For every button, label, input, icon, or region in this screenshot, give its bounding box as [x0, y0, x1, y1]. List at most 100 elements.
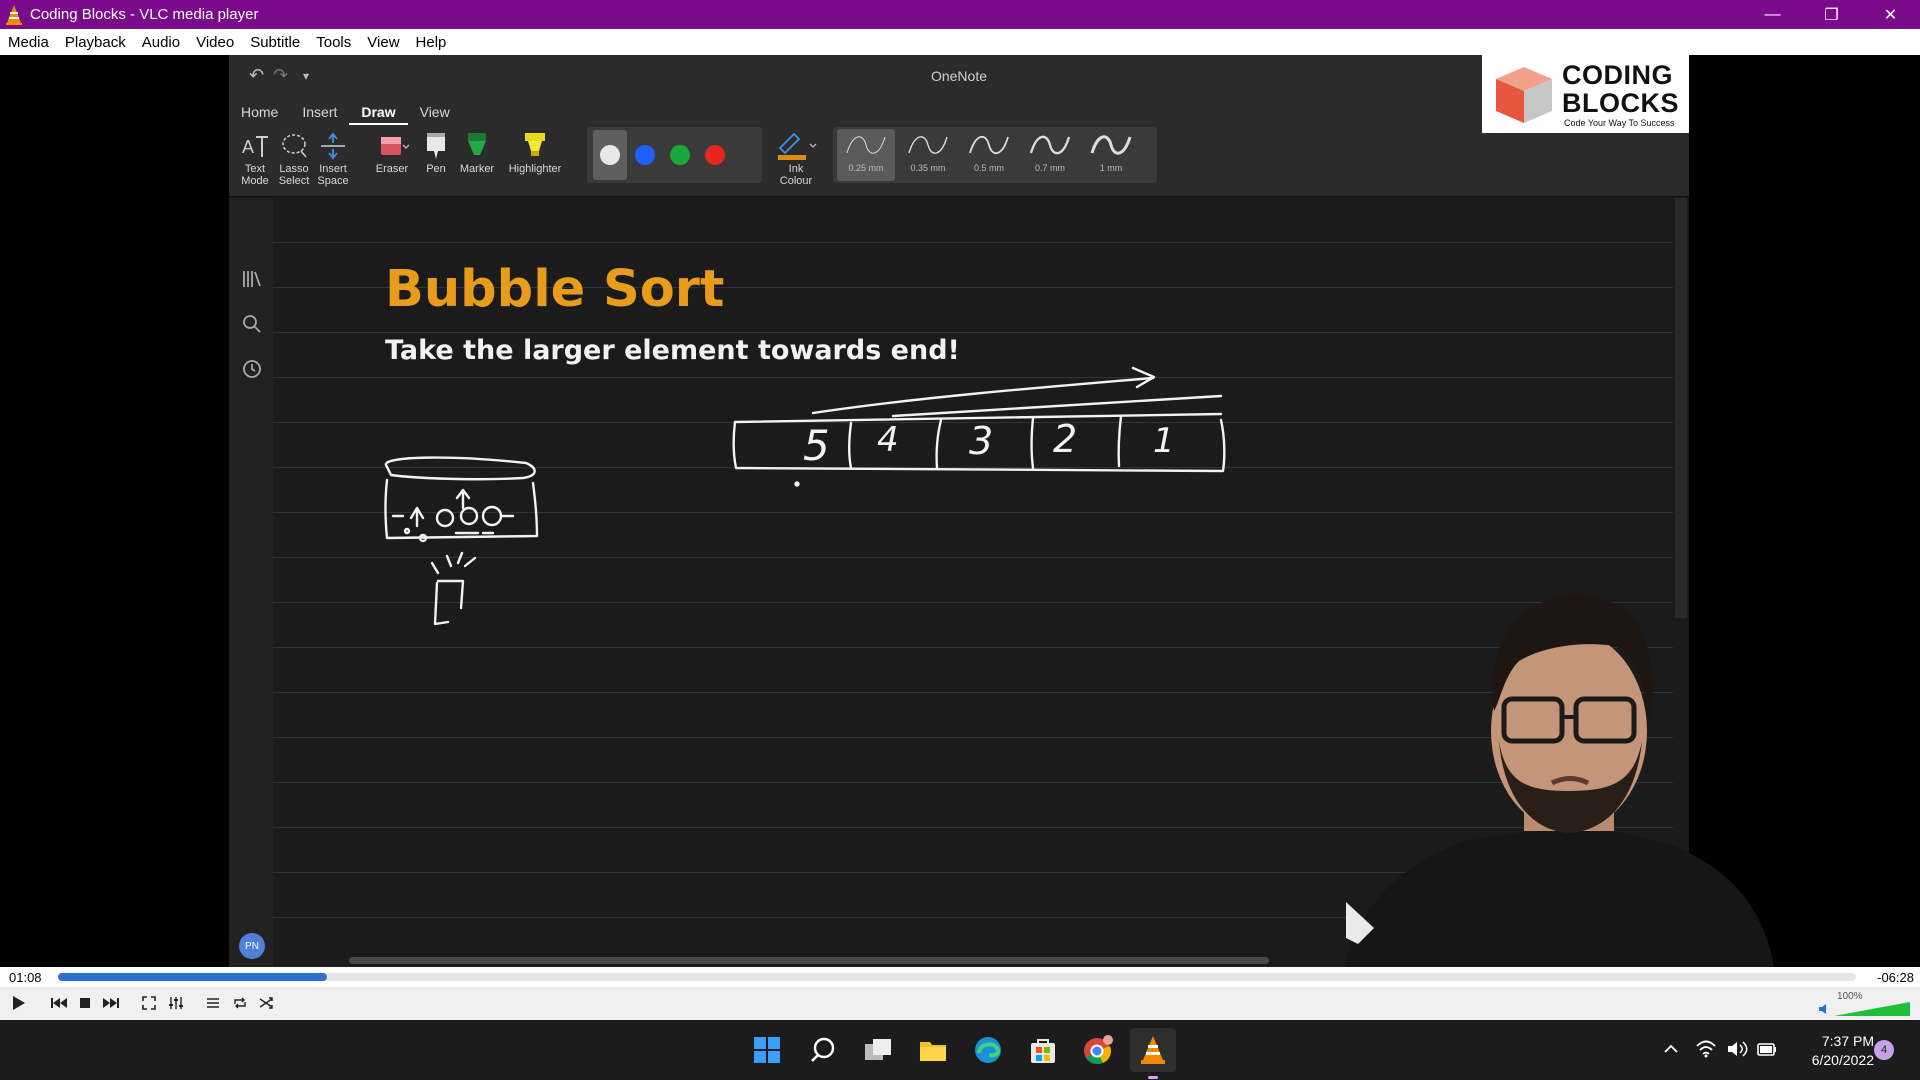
- tab-insert: Insert: [302, 104, 338, 120]
- ink-colour-icon: [778, 132, 817, 160]
- text-mode-label: Text Mode: [241, 163, 269, 187]
- windows-logo-icon: [754, 1037, 780, 1063]
- stroke-thin-icon: [846, 136, 886, 154]
- extended-settings-button[interactable]: [165, 992, 187, 1014]
- pen-cursor-icon: [1346, 902, 1374, 944]
- volume-icon[interactable]: [1726, 1040, 1748, 1058]
- chrome-button[interactable]: [1075, 1028, 1121, 1072]
- logo-line-1: CODING: [1562, 60, 1673, 90]
- pen-label: Pen: [426, 163, 446, 175]
- window-title: Coding Blocks - VLC media player: [30, 6, 259, 23]
- svg-text:1: 1: [1153, 421, 1175, 461]
- file-explorer-button[interactable]: [910, 1028, 956, 1072]
- seek-slider[interactable]: [58, 973, 1856, 981]
- stroke-07-icon: [1029, 135, 1071, 155]
- menu-video[interactable]: Video: [188, 34, 242, 51]
- remaining-time: -06:28: [1877, 970, 1914, 985]
- seek-progress-fill: [58, 973, 327, 981]
- lasso-select-button: Lasso Select: [274, 129, 314, 187]
- svg-text:2: 2: [1053, 417, 1077, 461]
- notification-badge[interactable]: 4: [1874, 1040, 1894, 1060]
- menu-help[interactable]: Help: [408, 34, 455, 51]
- ink-colour-label: Ink Colour: [779, 163, 813, 187]
- eraser-icon: [381, 137, 409, 155]
- marker-icon: [468, 133, 486, 155]
- thickness-0-7: 0.7 mm: [1021, 129, 1079, 181]
- eraser-label: Eraser: [375, 163, 409, 175]
- shuffle-button[interactable]: [255, 992, 277, 1014]
- menu-audio[interactable]: Audio: [134, 34, 188, 51]
- swatch-white: [600, 145, 620, 165]
- highlighter-icon: [525, 133, 545, 156]
- thickness-label: 1 mm: [1099, 163, 1123, 173]
- thickness-label: 0.25 mm: [848, 163, 884, 173]
- volume-slider[interactable]: [1834, 1001, 1912, 1017]
- wifi-icon[interactable]: [1695, 1040, 1717, 1058]
- next-button[interactable]: [100, 992, 122, 1014]
- thickness-0-35: 0.35 mm: [899, 129, 957, 181]
- notebooks-icon: [243, 271, 261, 287]
- vlc-window: Coding Blocks - VLC media player — ❐ ✕ M…: [0, 0, 1920, 1080]
- stop-button[interactable]: [74, 992, 96, 1014]
- stroke-1mm-icon: [1090, 135, 1132, 155]
- menu-view[interactable]: View: [359, 34, 407, 51]
- volume-control[interactable]: 100%: [1818, 991, 1914, 1017]
- thickness-label: 0.7 mm: [1034, 163, 1065, 173]
- insert-space-button: Insert Space: [313, 129, 353, 187]
- eraser-button: Eraser: [371, 129, 413, 175]
- onenote-tabs: Home Insert Draw View: [229, 99, 1689, 125]
- svg-text:4: 4: [877, 420, 899, 460]
- vlc-taskbar-button[interactable]: [1130, 1028, 1176, 1072]
- chrome-icon: [1084, 1035, 1113, 1065]
- chevron-up-icon[interactable]: [1662, 1040, 1680, 1058]
- playlist-button[interactable]: [202, 992, 224, 1014]
- restore-button[interactable]: ❐: [1802, 0, 1861, 29]
- taskbar-search-button[interactable]: [800, 1028, 846, 1072]
- menu-tools[interactable]: Tools: [308, 34, 359, 51]
- menu-playback[interactable]: Playback: [57, 34, 134, 51]
- draw-ribbon: A Text Mode Lasso Select Insert Space Er…: [229, 125, 1689, 197]
- edge-button[interactable]: [965, 1028, 1011, 1072]
- onenote-titlebar: ↶ ↷ ▾ OneNote: [229, 55, 1689, 99]
- previous-icon: [51, 998, 67, 1008]
- task-view-button[interactable]: [855, 1028, 901, 1072]
- loop-icon: [234, 997, 246, 1009]
- onenote-app-title: OneNote: [930, 68, 988, 84]
- highlighter-button: Highlighter: [505, 129, 565, 175]
- play-button[interactable]: [7, 992, 29, 1014]
- swatch-green: [670, 145, 690, 165]
- thickness-label: 0.5 mm: [973, 163, 1004, 173]
- lasso-select-label: Lasso Select: [278, 163, 310, 187]
- text-mode-button: A Text Mode: [235, 129, 275, 187]
- stroke-035-icon: [908, 136, 948, 154]
- thickness-label: 0.35 mm: [910, 163, 946, 173]
- system-clock[interactable]: 7:37 PM 6/20/2022: [1774, 1032, 1874, 1070]
- menu-media[interactable]: Media: [0, 34, 57, 51]
- title-bar: Coding Blocks - VLC media player — ❐ ✕: [0, 0, 1920, 29]
- menu-subtitle[interactable]: Subtitle: [242, 34, 308, 51]
- insert-space-icon: [321, 132, 345, 160]
- clock-time: 7:37 PM: [1821, 1033, 1874, 1049]
- fullscreen-icon: [142, 996, 156, 1010]
- pen-button: Pen: [422, 129, 450, 175]
- previous-button[interactable]: [48, 992, 70, 1014]
- tab-home: Home: [241, 104, 279, 120]
- taskbar: 7:37 PM 6/20/2022 4: [0, 1020, 1920, 1080]
- store-button[interactable]: [1020, 1028, 1066, 1072]
- recent-clock-icon: [243, 360, 261, 378]
- close-button[interactable]: ✕: [1861, 0, 1920, 29]
- thickness-0-5: 0.5 mm: [960, 129, 1018, 181]
- video-surface[interactable]: ↶ ↷ ▾ OneNote Home Insert Draw View A Te…: [0, 55, 1920, 967]
- loop-button[interactable]: [229, 992, 251, 1014]
- minimize-button[interactable]: —: [1743, 0, 1802, 29]
- start-button[interactable]: [744, 1028, 790, 1072]
- play-icon: [13, 996, 25, 1010]
- ink-colour-button: Ink Colour: [769, 129, 823, 187]
- vlc-cone-icon: [1141, 1036, 1165, 1064]
- menu-bar: Media Playback Audio Video Subtitle Tool…: [0, 29, 1920, 55]
- active-app-indicator: [1148, 1076, 1158, 1079]
- fullscreen-button[interactable]: [138, 992, 160, 1014]
- playback-controls: 100%: [0, 987, 1920, 1020]
- avatar: PN: [239, 933, 265, 959]
- speaker-icon: [1819, 1004, 1826, 1014]
